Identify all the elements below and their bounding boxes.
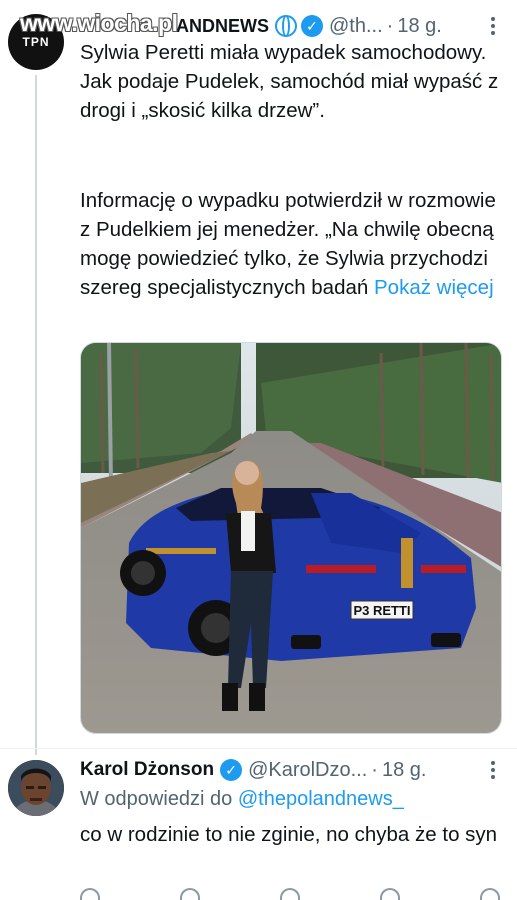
separator-dot: · <box>386 14 394 37</box>
reply-divider <box>0 748 517 749</box>
license-plate: P3 RETTI <box>353 603 410 618</box>
views-action-icon[interactable] <box>380 888 400 900</box>
replying-to-link[interactable]: @thepolandnews_ <box>238 788 404 810</box>
tweet-time[interactable]: 18 g. <box>397 15 441 38</box>
repost-action-icon[interactable] <box>180 888 200 900</box>
tweet-text-paragraph-2: Informację o wypadku potwierdził w rozmo… <box>80 186 510 302</box>
verified-badge-icon: ✓ <box>220 759 243 781</box>
thread-line <box>35 75 37 755</box>
action-bar <box>80 888 500 900</box>
more-options-icon[interactable] <box>483 14 503 38</box>
separator-dot: · <box>371 758 378 781</box>
tweet-photo[interactable]: P3 RETTI <box>80 342 502 734</box>
globe-icon <box>275 15 297 37</box>
photo-illustration: P3 RETTI <box>81 343 501 733</box>
share-action-icon[interactable] <box>480 888 500 900</box>
author-name[interactable]: ANDNEWS <box>176 16 269 37</box>
verified-badge-icon: ✓ <box>301 15 323 37</box>
tweet-text-paragraph-1: Sylwia Peretti miała wypadek samochodowy… <box>80 41 499 122</box>
show-more-link[interactable]: Pokaż więcej <box>374 276 494 299</box>
reply-author-handle[interactable]: @KarolDzo... <box>248 759 367 782</box>
reply-text: co w rodzinie to nie zginie, no chyba że… <box>80 823 498 846</box>
like-action-icon[interactable] <box>280 888 300 900</box>
more-options-icon[interactable] <box>483 758 503 782</box>
reply-author-avatar[interactable] <box>8 760 64 816</box>
avatar-illustration <box>8 760 64 816</box>
replying-to-line: W odpowiedzi do @thepolandnews_ <box>80 788 404 811</box>
reply-author-name[interactable]: Karol Dżonson <box>80 759 214 781</box>
site-watermark: www.wiocha.pl <box>20 10 178 36</box>
reply-action-icon[interactable] <box>80 888 100 900</box>
avatar-logo-text: TPN <box>22 35 50 49</box>
replying-to-prefix: W odpowiedzi do <box>80 788 238 810</box>
reply-header: Karol Dżonson ✓ @KarolDzo... · 18 g. <box>80 756 503 784</box>
author-handle[interactable]: @th... <box>329 15 383 38</box>
reply-time[interactable]: 18 g. <box>382 759 426 782</box>
